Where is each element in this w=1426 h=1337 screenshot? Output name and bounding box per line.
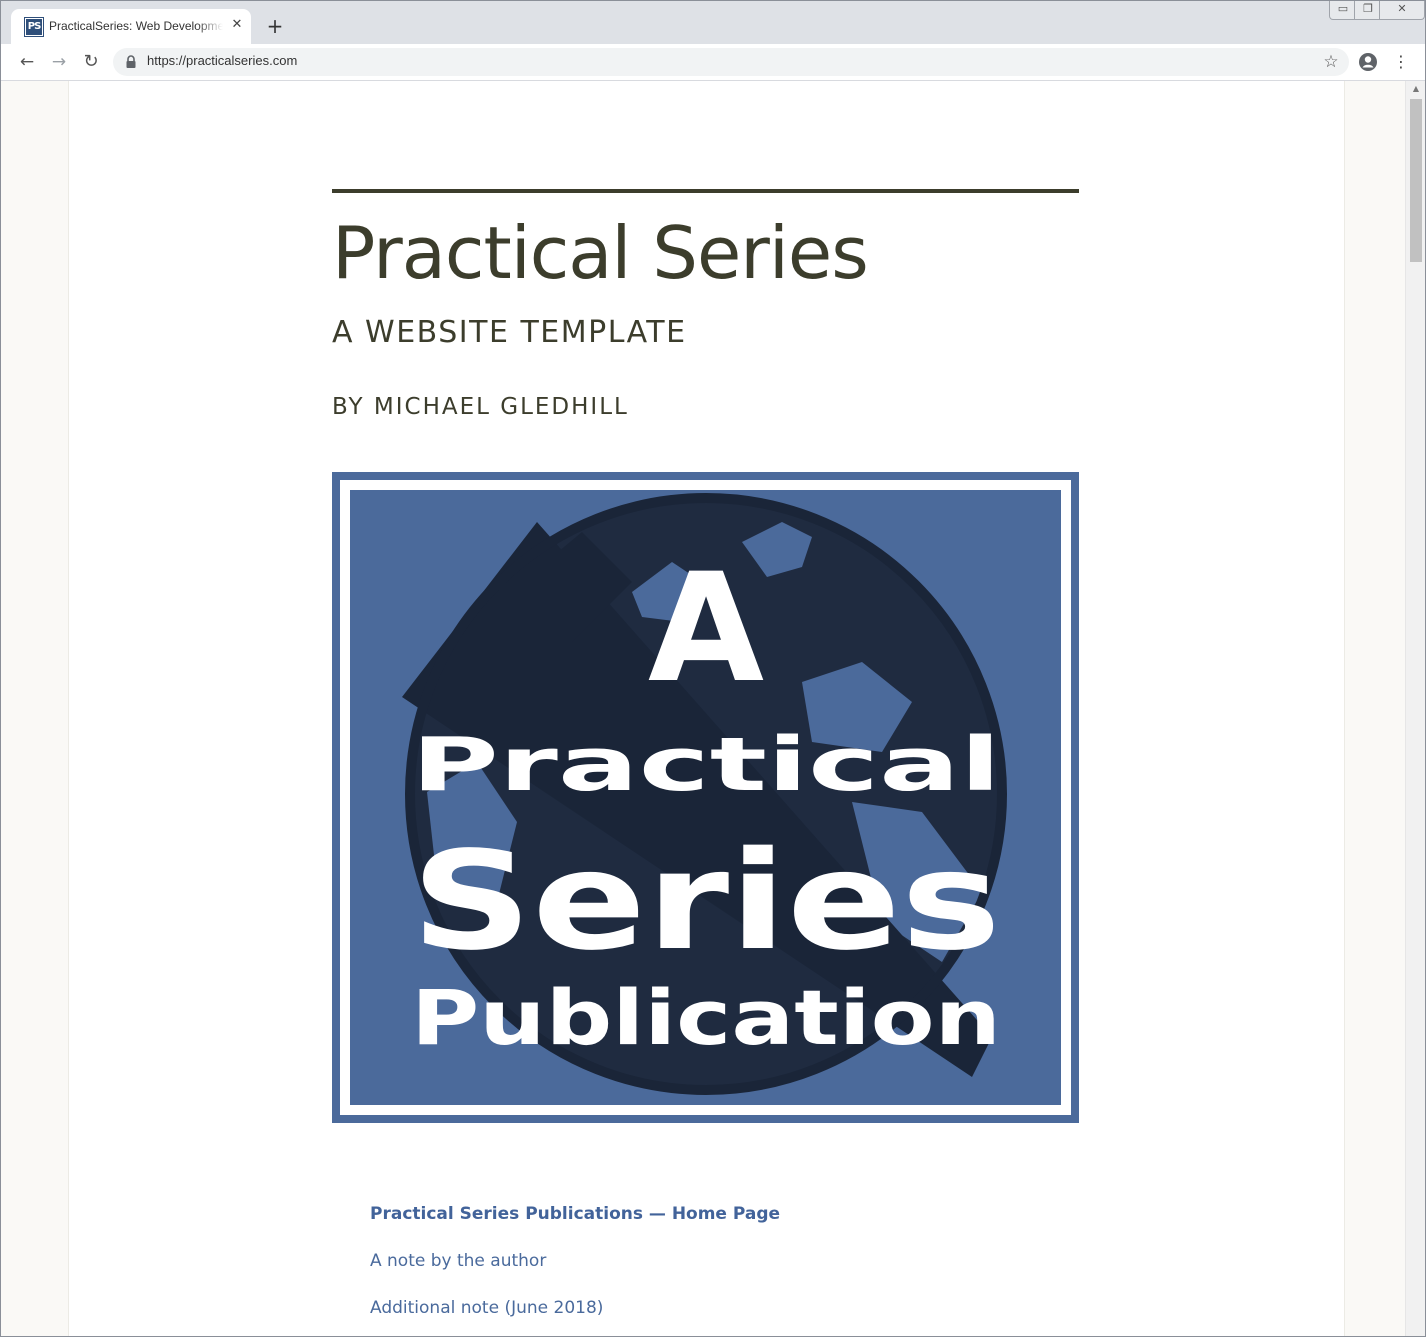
tab-title: PracticalSeries: Web Development: [49, 19, 223, 33]
forward-button[interactable]: →: [47, 50, 71, 74]
cover-line-series: Series: [411, 823, 1001, 981]
scroll-up-arrow-icon[interactable]: ▲: [1406, 83, 1425, 95]
bookmark-star-icon[interactable]: ☆: [1319, 50, 1343, 74]
page-title: Practical Series: [332, 211, 869, 295]
minimize-button[interactable]: ▭: [1329, 1, 1357, 20]
lock-icon: [126, 55, 136, 68]
tab-strip: PS PracticalSeries: Web Development ✕ + …: [1, 1, 1425, 44]
url-text: https://practicalseries.com: [147, 53, 298, 68]
page-content: Practical Series A WEBSITE TEMPLATE BY M…: [68, 81, 1345, 1336]
close-window-button[interactable]: ✕: [1379, 1, 1425, 20]
close-tab-icon[interactable]: ✕: [229, 17, 245, 33]
home-page-link[interactable]: Practical Series Publications — Home Pag…: [370, 1201, 1070, 1227]
browser-tab[interactable]: PS PracticalSeries: Web Development ✕: [11, 9, 251, 44]
new-tab-button[interactable]: +: [263, 15, 287, 39]
contents-links: Practical Series Publications — Home Pag…: [370, 1201, 1070, 1336]
restore-button[interactable]: ❐: [1354, 1, 1382, 20]
cover-line-a: A: [648, 542, 764, 716]
vertical-scrollbar[interactable]: ▲: [1405, 81, 1425, 1336]
reload-button[interactable]: ↻: [79, 50, 103, 74]
practical-series-logo: A Practical Series Publication: [332, 472, 1079, 1123]
additional-note-link[interactable]: Additional note (June 2018): [370, 1295, 1070, 1321]
back-button[interactable]: ←: [15, 50, 39, 74]
scroll-thumb[interactable]: [1410, 99, 1422, 262]
favicon-icon: PS: [25, 18, 43, 36]
browser-toolbar: ← → ↻ https://practicalseries.com ☆ ⋮: [1, 44, 1425, 81]
page-viewport: Practical Series A WEBSITE TEMPLATE BY M…: [1, 81, 1425, 1336]
header-rule: [332, 189, 1079, 193]
cover-line-publication: Publication: [411, 973, 1001, 1062]
author-byline: BY MICHAEL GLEDHILL: [332, 394, 629, 420]
browser-window: PS PracticalSeries: Web Development ✕ + …: [0, 0, 1426, 1337]
browser-menu-icon[interactable]: ⋮: [1391, 50, 1411, 74]
cover-image: A Practical Series Publication: [332, 472, 1079, 1123]
author-note-link[interactable]: A note by the author: [370, 1248, 1070, 1274]
page-subtitle: A WEBSITE TEMPLATE: [332, 315, 687, 350]
cover-line-practical: Practical: [411, 722, 1001, 808]
address-bar[interactable]: https://practicalseries.com ☆: [113, 48, 1349, 76]
account-icon[interactable]: [1358, 52, 1378, 72]
